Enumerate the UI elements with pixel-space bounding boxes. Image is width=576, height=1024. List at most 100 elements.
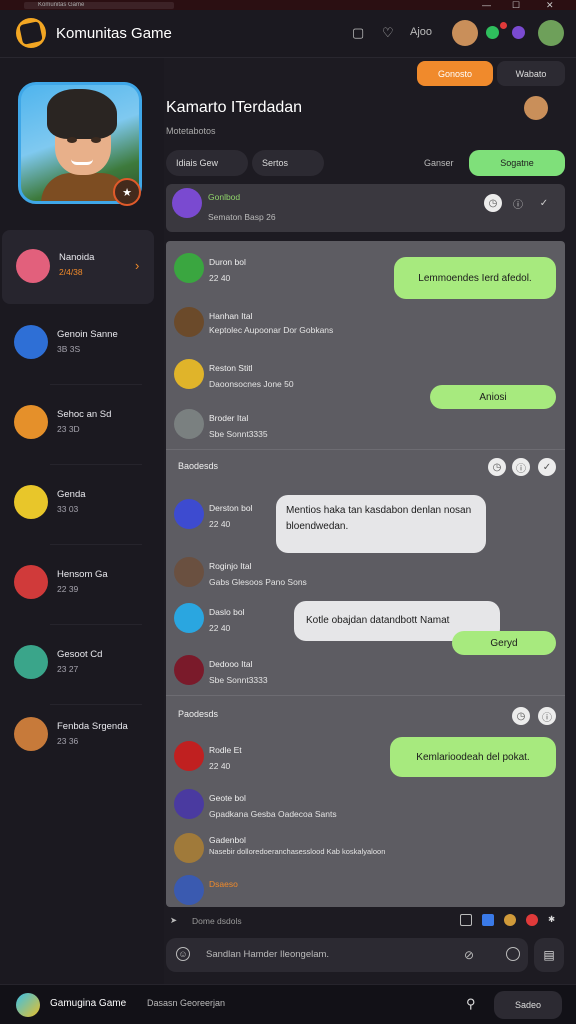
window-tab[interactable]: Komunitas Game <box>24 1 174 9</box>
sidebar-item-6[interactable]: Fenbda Srgenda 23 36 <box>0 698 164 772</box>
message-time: 22 40 <box>209 623 231 633</box>
tab-pill-2[interactable]: Sertos <box>252 150 324 176</box>
check-icon[interactable]: ✓ <box>538 458 556 476</box>
clock-icon[interactable]: ◷ <box>488 458 506 476</box>
sidebar-item-name: Hensom Ga <box>57 569 108 580</box>
room-title: Kamarto ITerdadan <box>166 99 303 116</box>
header-avatar[interactable] <box>452 20 478 46</box>
avatar[interactable] <box>174 833 204 863</box>
message-text: Sbe Sonnt3335 <box>209 429 268 439</box>
message-text: Gpadkana Gesba Oadecoa Sants <box>209 809 337 819</box>
avatar[interactable] <box>174 603 204 633</box>
room-avatar[interactable] <box>524 96 548 120</box>
user-avatar[interactable] <box>538 20 564 46</box>
mic-icon[interactable] <box>506 947 520 961</box>
sidebar-item-5[interactable]: Gesoot Cd 23 27 <box>0 626 164 700</box>
avatar[interactable] <box>174 499 204 529</box>
room-subtitle: Motetabotos <box>166 126 216 136</box>
sidebar-item-sub: 2/4/38 <box>59 267 83 277</box>
maximize-button[interactable]: ☐ <box>512 0 520 10</box>
attach-icon[interactable] <box>460 914 472 926</box>
info-icon[interactable]: ⓘ <box>509 194 527 212</box>
pinned-message[interactable]: Gonlbod Sematon Basp 26 ◷ ⓘ ✓ <box>166 184 565 232</box>
bottom-action-button[interactable]: Sadeo <box>494 991 562 1019</box>
green-filter-button[interactable]: Sogatne <box>469 150 565 176</box>
app-header: Komunitas Game ▢ ♡ Ajoo <box>0 10 576 58</box>
bottom-logo[interactable] <box>16 993 40 1017</box>
avatar[interactable] <box>174 789 204 819</box>
avatar[interactable] <box>174 359 204 389</box>
message-author: Duron bol <box>209 257 246 267</box>
message-text: Daoonsocnes Jone 50 <box>209 379 294 389</box>
avatar <box>14 485 48 519</box>
tab-pill-1[interactable]: Idiais Gew <box>166 150 248 176</box>
mention-label[interactable]: Ajoo <box>410 26 432 38</box>
message-author: Reston Stitl <box>209 363 253 373</box>
message-bubble[interactable]: Kemlarioodeah del pokat. <box>390 737 556 777</box>
dark-action-button[interactable]: Wabato <box>497 61 565 86</box>
message-author: Geote bol <box>209 793 246 803</box>
settings-icon[interactable]: ✱ <box>548 914 555 925</box>
avatar[interactable] <box>174 409 204 439</box>
online-status-icon <box>486 26 499 39</box>
info-icon[interactable]: ⓘ <box>512 458 530 476</box>
sidebar-item-2[interactable]: Sehoc an Sd 23 3D <box>0 386 164 460</box>
sidebar-item-4[interactable]: Hensom Ga 22 39 <box>0 546 164 620</box>
message-text: Gabs Glesoos Pano Sons <box>209 577 307 587</box>
app-logo[interactable] <box>16 18 46 48</box>
check-icon[interactable]: ✓ <box>535 194 553 212</box>
avatar[interactable] <box>174 253 204 283</box>
message-bubble[interactable]: Mentios haka tan kasdabon denlan nosan b… <box>276 495 486 553</box>
heart-icon[interactable]: ♡ <box>382 25 394 41</box>
composer-toolbar: ➤ Dome dsdols ✱ <box>166 912 565 930</box>
avatar <box>14 405 48 439</box>
clock-icon[interactable]: ◷ <box>484 194 502 212</box>
avatar[interactable] <box>174 557 204 587</box>
filter-label: Ganser <box>424 158 454 168</box>
message-time: 22 40 <box>209 273 231 283</box>
avatar[interactable] <box>174 875 204 905</box>
bottom-subtitle: Dasasn Georeerjan <box>147 998 226 1008</box>
info-icon[interactable]: ⓘ <box>538 707 556 725</box>
sidebar-item-name: Genda <box>57 489 86 500</box>
sidebar-item-3[interactable]: Genda 33 03 <box>0 466 164 540</box>
message-bubble[interactable]: Geryd <box>452 631 556 655</box>
bookmark-icon[interactable]: ▢ <box>352 25 364 41</box>
sidebar-item-sub: 23 27 <box>57 664 79 674</box>
sidebar-item-1[interactable]: Genoin Sanne 3B 3S <box>0 306 164 380</box>
avatar <box>172 188 202 218</box>
avatar[interactable] <box>174 741 204 771</box>
user-icon[interactable]: ⚲ <box>466 996 476 1012</box>
orange-action-button[interactable]: Gonosto <box>417 61 493 86</box>
message-author: Dedooo Ital <box>209 659 253 669</box>
message-time: 22 40 <box>209 761 231 771</box>
notification-dot-icon <box>500 22 507 29</box>
emoji-icon[interactable]: ☺ <box>176 947 190 961</box>
divider <box>50 464 142 465</box>
composer-input[interactable]: Sandlan Hamder Ileongelam. <box>206 949 329 960</box>
divider <box>166 695 565 696</box>
send-button[interactable]: ▤ <box>534 938 564 972</box>
close-button[interactable]: ✕ <box>546 0 554 10</box>
send-arrow-icon[interactable]: ➤ <box>170 915 177 926</box>
paperclip-icon[interactable]: ⊘ <box>464 948 474 962</box>
avatar <box>16 249 50 283</box>
avatar[interactable] <box>174 307 204 337</box>
image-icon[interactable] <box>482 914 494 926</box>
window-titlebar: Komunitas Game — ☐ ✕ <box>0 0 576 10</box>
clock-icon[interactable]: ◷ <box>512 707 530 725</box>
message-composer[interactable]: ☺ Sandlan Hamder Ileongelam. ⊘ <box>166 938 528 972</box>
gem-icon[interactable] <box>512 26 525 39</box>
message-author: Hanhan Ital <box>209 311 253 321</box>
message-bubble[interactable]: Lemmoendes Ierd afedol. <box>394 257 556 299</box>
sticker-icon[interactable] <box>504 914 516 926</box>
message-text: Keptolec Aupoonar Dor Gobkans <box>209 325 334 335</box>
message-bubble[interactable]: Aniosi <box>430 385 556 409</box>
avatar <box>14 325 48 359</box>
record-icon[interactable] <box>526 914 538 926</box>
sidebar-item-0[interactable]: Nanoida 2/4/38 › <box>2 230 154 304</box>
pinned-name: Gonlbod <box>208 192 241 202</box>
avatar[interactable] <box>174 655 204 685</box>
message-time: 22 40 <box>209 519 231 529</box>
minimize-button[interactable]: — <box>482 0 491 10</box>
